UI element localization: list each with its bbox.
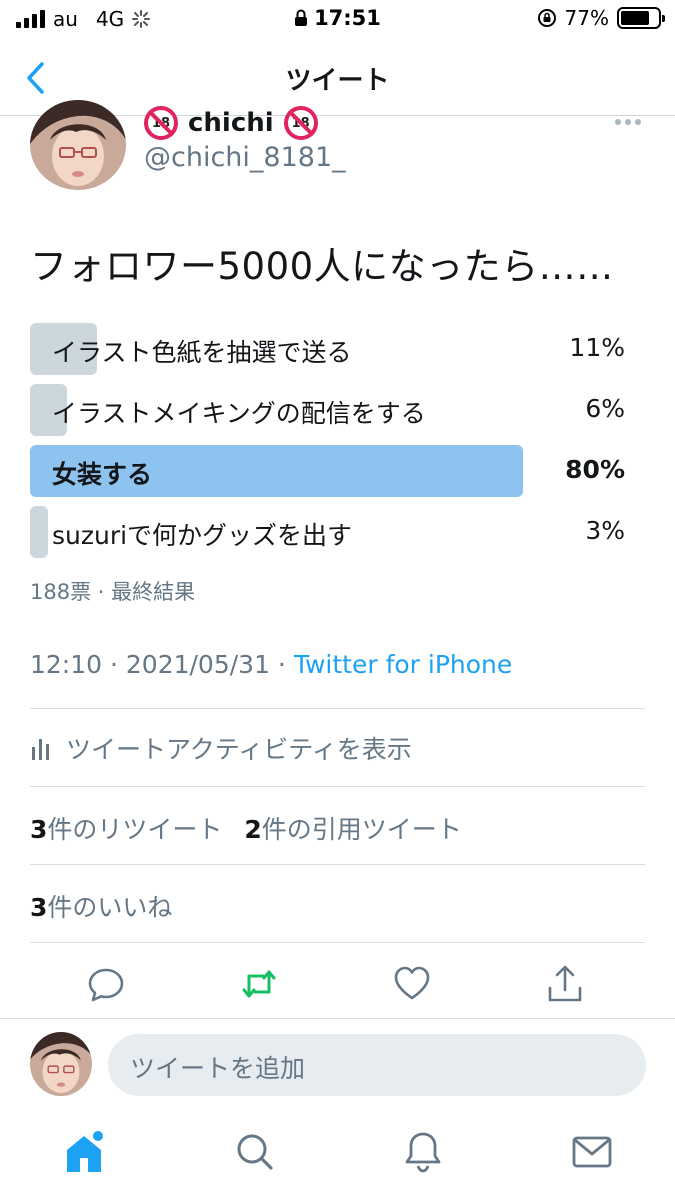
display-name-text: chichi: [188, 108, 274, 138]
tweet-time: 12:10 · 2021/05/31 ·: [30, 650, 294, 679]
divider: [0, 1018, 675, 1019]
poll-option-percent: 80%: [565, 455, 625, 484]
poll-option: イラスト色紙を抽選で送る 11%: [30, 323, 625, 375]
user-handle[interactable]: @chichi_8181_: [144, 142, 346, 173]
divider: [30, 864, 645, 865]
status-bar: au 4G 17:51 77%: [0, 0, 675, 40]
search-icon[interactable]: [232, 1128, 276, 1176]
status-right: 77%: [537, 6, 665, 30]
more-options-icon[interactable]: [613, 112, 643, 132]
poll-meta: 188票 · 最終結果: [30, 580, 196, 604]
tweet-actions: [0, 962, 675, 1008]
poll-option: 女装する 80%: [30, 445, 625, 497]
divider: [30, 786, 645, 787]
bar-chart-icon: [32, 739, 49, 760]
avatar[interactable]: [30, 100, 126, 190]
orientation-lock-icon: [537, 9, 556, 27]
likes-link[interactable]: 3件のいいね: [30, 888, 172, 924]
likes-count: 3: [30, 893, 48, 922]
quotes-count: 2: [244, 815, 262, 844]
nav-bar: ツイート: [0, 40, 675, 116]
tweet-timestamp: 12:10 · 2021/05/31 · Twitter for iPhone: [30, 650, 512, 679]
reply-bar: ツイートを追加: [0, 1032, 675, 1098]
lock-icon: [295, 9, 308, 26]
divider: [30, 942, 645, 943]
retweets-link[interactable]: 3件のリツイート: [30, 815, 222, 844]
poll-option-label: 女装する: [52, 460, 153, 489]
battery-icon: [617, 7, 665, 29]
battery-percent: 77%: [564, 6, 609, 30]
tab-bar: [0, 1128, 675, 1188]
share-icon[interactable]: [545, 962, 585, 1006]
clock-label: 17:51: [314, 6, 381, 30]
home-icon[interactable]: [62, 1128, 106, 1176]
poll-option-percent: 6%: [585, 394, 625, 423]
poll-option-label: suzuriで何かグッズを出す: [52, 521, 353, 550]
page-title: ツイート: [285, 66, 390, 96]
r18-badge-icon: 18: [283, 106, 318, 140]
reply-input[interactable]: ツイートを追加: [108, 1034, 646, 1096]
client-link[interactable]: Twitter for iPhone: [294, 650, 512, 679]
battery-fill: [621, 11, 649, 25]
tweet-activity-label: ツイートアクティビティを表示: [66, 735, 412, 764]
messages-icon[interactable]: [570, 1128, 614, 1176]
retweets-label: 件のリツイート: [47, 815, 223, 844]
quotes-link[interactable]: 2件の引用ツイート: [244, 815, 461, 844]
my-avatar[interactable]: [30, 1032, 92, 1096]
likes-label: 件のいいね: [47, 893, 173, 922]
r18-badge-icon: 18: [144, 106, 178, 140]
reply-icon[interactable]: [86, 962, 126, 1006]
poll-option: イラストメイキングの配信をする 6%: [30, 384, 625, 436]
poll-option-percent: 11%: [569, 333, 625, 362]
poll-bar: [30, 506, 48, 558]
tweet-activity-link[interactable]: ツイートアクティビティを表示: [30, 730, 412, 766]
like-icon[interactable]: [392, 962, 432, 1006]
retweet-icon[interactable]: [239, 962, 279, 1006]
poll-option-label: イラスト色紙を抽選で送る: [52, 338, 352, 367]
divider: [30, 708, 645, 709]
display-name[interactable]: 18 chichi 18: [144, 106, 318, 140]
retweets-count: 3: [30, 815, 48, 844]
quotes-label: 件の引用ツイート: [261, 815, 462, 844]
poll-option-label: イラストメイキングの配信をする: [52, 399, 426, 428]
tweet-text: フォロワー5000人になったら……: [30, 245, 614, 288]
poll-option: suzuriで何かグッズを出す 3%: [30, 506, 625, 558]
engagement-stats: 3件のリツイート 2件の引用ツイート: [30, 810, 462, 846]
notifications-icon[interactable]: [401, 1128, 445, 1176]
poll-option-percent: 3%: [585, 516, 625, 545]
